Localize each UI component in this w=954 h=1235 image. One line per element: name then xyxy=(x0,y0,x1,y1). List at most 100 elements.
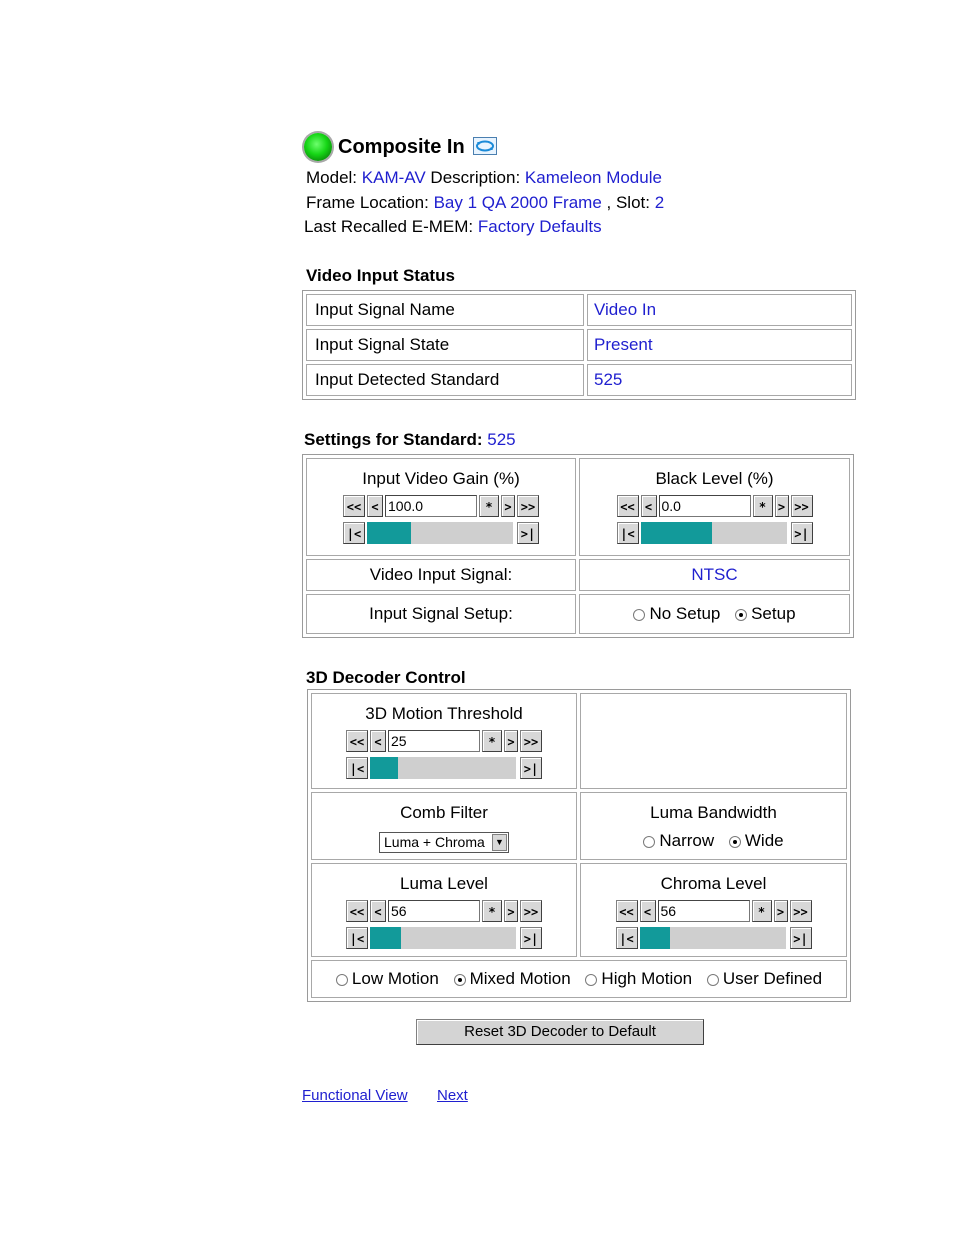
wide-radio[interactable]: Wide xyxy=(728,831,784,850)
black-slider[interactable] xyxy=(640,522,787,544)
black-min-button[interactable]: |< xyxy=(616,522,639,544)
comb-filter-select[interactable]: Luma + Chroma ▼ xyxy=(379,832,509,853)
radio-icon[interactable] xyxy=(706,973,719,986)
chroma-decrement-button[interactable]: < xyxy=(639,900,656,922)
black-increment-large-button[interactable]: >> xyxy=(790,495,813,517)
radio-icon[interactable] xyxy=(728,835,741,848)
motion-control: << < 25 * > >> |< >| xyxy=(346,730,542,782)
reset-decoder-button[interactable]: Reset 3D Decoder to Default xyxy=(416,1019,704,1045)
luma-decrement-button[interactable]: < xyxy=(370,900,386,922)
chroma-level-slider[interactable] xyxy=(639,927,786,949)
table-row: 3D Motion Threshold << < 25 * > >> |< >| xyxy=(311,693,847,789)
black-increment-button[interactable]: > xyxy=(774,495,789,517)
motion-slider-fill xyxy=(370,757,398,779)
chroma-level-input[interactable]: 56 xyxy=(657,900,750,922)
gain-max-button[interactable]: >| xyxy=(517,522,539,544)
luma-level-slider[interactable] xyxy=(370,927,516,949)
video-input-status-title: Video Input Status xyxy=(306,266,455,285)
last-emem-link[interactable]: Factory Defaults xyxy=(478,217,602,236)
luma-decrement-large-button[interactable]: << xyxy=(346,900,368,922)
gain-increment-button[interactable]: > xyxy=(501,495,515,517)
radio-icon[interactable] xyxy=(335,973,348,986)
decoder-table: 3D Motion Threshold << < 25 * > >> |< >|… xyxy=(307,689,851,1002)
setup-option-label: Setup xyxy=(751,604,796,623)
motion-increment-button[interactable]: > xyxy=(504,730,518,752)
setup-radio[interactable]: Setup xyxy=(735,604,796,623)
motion-decrement-large-button[interactable]: << xyxy=(346,730,368,752)
slot-link[interactable]: 2 xyxy=(655,193,664,212)
frame-location-link[interactable]: Bay 1 QA 2000 Frame xyxy=(434,193,602,212)
settings-standard[interactable]: 525 xyxy=(487,430,515,449)
motion-max-button[interactable]: >| xyxy=(520,757,542,779)
gain-increment-large-button[interactable]: >> xyxy=(517,495,539,517)
user-defined-label: User Defined xyxy=(722,969,823,988)
chroma-max-button[interactable]: >| xyxy=(789,927,812,949)
narrow-radio[interactable]: Narrow xyxy=(643,831,714,850)
status-value[interactable]: Video In xyxy=(587,294,852,326)
radio-icon[interactable] xyxy=(735,608,748,621)
next-link[interactable]: Next xyxy=(437,1087,468,1104)
gain-input[interactable]: 100.0 xyxy=(385,495,477,517)
black-default-button[interactable]: * xyxy=(752,495,773,517)
radio-icon[interactable] xyxy=(643,835,656,848)
status-label: Input Detected Standard xyxy=(306,364,584,396)
motion-input[interactable]: 25 xyxy=(388,730,480,752)
user-defined-radio[interactable]: User Defined xyxy=(706,969,823,988)
luma-level-label: Luma Level xyxy=(400,874,488,893)
black-max-button[interactable]: >| xyxy=(790,522,813,544)
motion-min-button[interactable]: |< xyxy=(346,757,368,779)
status-value[interactable]: Present xyxy=(587,329,852,361)
status-value[interactable]: 525 xyxy=(587,364,852,396)
chroma-increment-button[interactable]: > xyxy=(773,900,788,922)
setup-options: No Setup Setup xyxy=(579,594,850,634)
black-input[interactable]: 0.0 xyxy=(658,495,751,517)
high-motion-radio[interactable]: High Motion xyxy=(585,969,692,988)
motion-default-button[interactable]: * xyxy=(482,730,502,752)
luma-level-input[interactable]: 56 xyxy=(388,900,480,922)
gain-slider[interactable] xyxy=(367,522,513,544)
video-input-signal-value[interactable]: NTSC xyxy=(579,559,850,591)
table-row: Input Signal Name Video In xyxy=(306,294,852,326)
model-link[interactable]: KAM-AV xyxy=(362,168,426,187)
black-decrement-button[interactable]: < xyxy=(640,495,657,517)
mixed-motion-radio[interactable]: Mixed Motion xyxy=(453,969,571,988)
radio-icon[interactable] xyxy=(633,608,646,621)
black-control: << < 0.0 * > >> |< >| xyxy=(616,495,813,547)
luma-min-button[interactable]: |< xyxy=(346,927,368,949)
chroma-min-button[interactable]: |< xyxy=(615,927,638,949)
luma-increment-large-button[interactable]: >> xyxy=(520,900,542,922)
chroma-default-button[interactable]: * xyxy=(751,900,772,922)
luma-bandwidth-label: Luma Bandwidth xyxy=(650,803,777,822)
gain-cell: Input Video Gain (%) << < 100.0 * > >> |… xyxy=(306,458,576,556)
functional-view-link[interactable]: Functional View xyxy=(302,1087,408,1104)
table-row: Video Input Signal: NTSC xyxy=(306,559,850,591)
frame-location-label: Frame Location: xyxy=(306,193,429,212)
gain-decrement-button[interactable]: < xyxy=(367,495,383,517)
luma-increment-button[interactable]: > xyxy=(504,900,518,922)
description-link[interactable]: Kameleon Module xyxy=(525,168,662,187)
motion-slider[interactable] xyxy=(370,757,516,779)
no-setup-radio[interactable]: No Setup xyxy=(633,604,720,623)
refresh-icon[interactable] xyxy=(473,137,497,155)
radio-icon[interactable] xyxy=(453,973,466,986)
slot-label: , Slot: xyxy=(606,193,650,212)
motion-decrement-button[interactable]: < xyxy=(370,730,386,752)
luma-default-button[interactable]: * xyxy=(482,900,502,922)
low-motion-radio[interactable]: Low Motion xyxy=(335,969,439,988)
chroma-decrement-large-button[interactable]: << xyxy=(615,900,638,922)
chroma-level-cell: Chroma Level << < 56 * > >> |< >| xyxy=(580,863,847,957)
comb-label: Comb Filter xyxy=(400,803,488,822)
gain-decrement-large-button[interactable]: << xyxy=(343,495,365,517)
gain-default-button[interactable]: * xyxy=(479,495,499,517)
status-label: Input Signal Name xyxy=(306,294,584,326)
chroma-level-label: Chroma Level xyxy=(660,874,767,893)
luma-max-button[interactable]: >| xyxy=(520,927,542,949)
table-row: Low Motion Mixed Motion High Motion User… xyxy=(311,960,847,998)
chevron-down-icon[interactable]: ▼ xyxy=(492,834,507,851)
black-decrement-large-button[interactable]: << xyxy=(616,495,639,517)
gain-min-button[interactable]: |< xyxy=(343,522,365,544)
motion-increment-large-button[interactable]: >> xyxy=(520,730,542,752)
radio-icon[interactable] xyxy=(585,973,598,986)
model-label: Model: xyxy=(306,168,358,187)
chroma-increment-large-button[interactable]: >> xyxy=(789,900,812,922)
